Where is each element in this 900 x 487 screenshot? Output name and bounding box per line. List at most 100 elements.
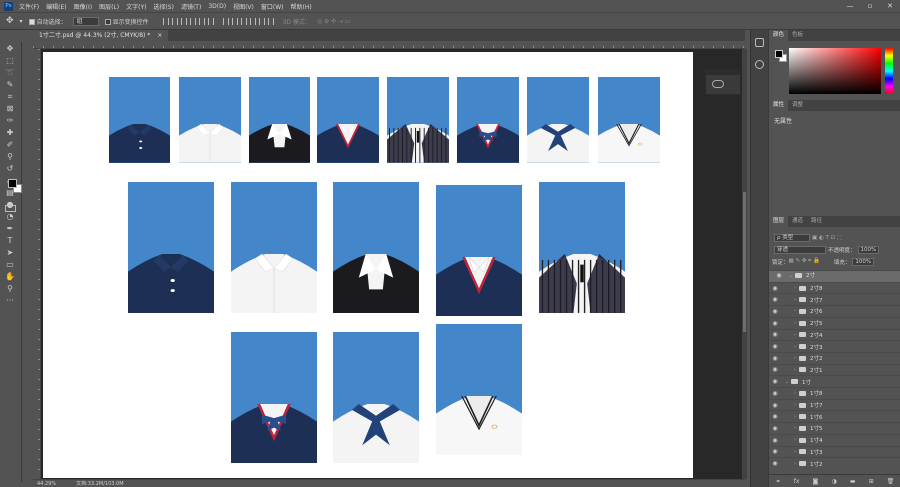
layer-row[interactable]: ◉ › 2寸2: [769, 351, 900, 364]
layer-group-row[interactable]: ◉ ⌄ 1寸: [769, 375, 900, 387]
fill-input[interactable]: 100%: [852, 257, 875, 266]
layer-group-row[interactable]: ◉ ⌄ 2寸: [769, 270, 900, 282]
visibility-eye-icon[interactable]: ◉: [769, 331, 781, 338]
id-photo-template[interactable]: [527, 77, 589, 163]
layer-row[interactable]: ◉ › 2寸5: [769, 316, 900, 329]
tab-color[interactable]: 颜色: [769, 30, 789, 41]
visibility-eye-icon[interactable]: ◉: [769, 285, 781, 292]
distribute-buttons[interactable]: [222, 17, 277, 25]
menu-3d[interactable]: 3D(D): [208, 3, 226, 10]
menu-view[interactable]: 视图(V): [233, 2, 254, 11]
dropdown-arrow-icon[interactable]: ▾: [20, 18, 23, 25]
stamp-tool-icon[interactable]: ⚲: [4, 152, 16, 162]
chevron-right-icon[interactable]: ›: [791, 425, 799, 431]
brush-tool-icon[interactable]: ✐: [4, 140, 16, 150]
folder-icon[interactable]: ▬: [850, 478, 856, 485]
menu-edit[interactable]: 编辑(E): [46, 2, 66, 11]
visibility-eye-icon[interactable]: ◉: [769, 402, 781, 409]
id-photo-template[interactable]: [333, 182, 419, 313]
canvas-workspace[interactable]: [41, 49, 745, 479]
layer-row[interactable]: ◉ › 2寸8: [769, 281, 900, 294]
more-tools-icon[interactable]: ···: [4, 296, 16, 306]
history-brush-icon[interactable]: ↺: [4, 164, 16, 174]
visibility-eye-icon[interactable]: ◉: [769, 460, 781, 467]
menu-filter[interactable]: 滤镜(T): [181, 2, 201, 11]
blend-mode-dropdown[interactable]: 穿透: [774, 245, 826, 254]
menu-file[interactable]: 文件(F): [19, 2, 39, 11]
id-photo-template[interactable]: [317, 77, 379, 163]
chevron-right-icon[interactable]: ›: [791, 355, 799, 361]
minimize-button[interactable]: —: [840, 2, 860, 10]
visibility-eye-icon[interactable]: ◉: [769, 366, 781, 373]
id-photo-template[interactable]: [179, 77, 241, 163]
tab-paths[interactable]: 路径: [807, 216, 826, 227]
layer-row[interactable]: ◉ › 2寸7: [769, 293, 900, 305]
menu-type[interactable]: 文字(Y): [126, 2, 146, 11]
hue-slider[interactable]: [885, 48, 893, 94]
menu-image[interactable]: 图像(I): [74, 2, 92, 11]
layer-row[interactable]: ◉ › 1寸8: [769, 387, 900, 399]
layer-row[interactable]: ◉ › 1寸7: [769, 398, 900, 411]
3d-orbit-icons[interactable]: ◎ ⊛ ✣ ⇢ ▭: [317, 18, 351, 25]
layer-row[interactable]: ◉ › 1寸6: [769, 410, 900, 422]
dodge-tool-icon[interactable]: ◔: [4, 212, 16, 222]
chevron-down-icon[interactable]: ⌄: [783, 379, 791, 385]
close-button[interactable]: ✕: [880, 2, 900, 10]
hand-tool-icon[interactable]: ✋: [4, 272, 16, 282]
id-photo-template[interactable]: [539, 182, 625, 313]
document-canvas[interactable]: [43, 52, 693, 478]
visibility-eye-icon[interactable]: ◉: [769, 413, 781, 420]
visibility-eye-icon[interactable]: ◉: [769, 448, 781, 455]
properties-panel-icon[interactable]: [755, 60, 764, 69]
chevron-right-icon[interactable]: ›: [791, 285, 799, 291]
scrollbar-thumb[interactable]: [743, 192, 746, 332]
color-spectrum-field[interactable]: [789, 48, 881, 94]
id-photo-template[interactable]: [333, 332, 419, 463]
chevron-down-icon[interactable]: ⌄: [787, 272, 795, 280]
floating-mini-panel[interactable]: [705, 69, 741, 95]
id-photo-template[interactable]: [436, 185, 522, 316]
zoom-level[interactable]: 44.29%: [37, 481, 56, 487]
auto-select-dropdown[interactable]: 组: [72, 16, 99, 26]
chevron-right-icon[interactable]: ›: [791, 461, 799, 467]
pen-tool-icon[interactable]: ✒: [4, 224, 16, 234]
filter-icons[interactable]: ▣ ◐ T ⊡ ⬚: [812, 235, 842, 241]
maximize-button[interactable]: ▫: [860, 2, 880, 10]
chevron-right-icon[interactable]: ›: [791, 367, 799, 373]
type-tool-icon[interactable]: T: [4, 236, 16, 246]
tab-layers[interactable]: 图层: [769, 216, 789, 227]
tab-swatches[interactable]: 色板: [788, 30, 807, 41]
id-photo-template[interactable]: [231, 332, 317, 463]
visibility-eye-icon[interactable]: ◉: [773, 272, 785, 280]
visibility-eye-icon[interactable]: ◉: [769, 296, 781, 303]
layer-row[interactable]: ◉ › 1寸3: [769, 445, 900, 458]
menu-help[interactable]: 帮助(H): [291, 2, 312, 11]
layer-row[interactable]: ◉ › 1寸5: [769, 422, 900, 434]
id-photo-template[interactable]: [109, 77, 170, 163]
menu-layer[interactable]: 图层(L): [99, 2, 119, 11]
lasso-tool-icon[interactable]: ➰: [4, 68, 16, 78]
menu-window[interactable]: 窗口(W): [261, 2, 284, 11]
cloud-libraries-icon[interactable]: [712, 80, 724, 88]
chevron-right-icon[interactable]: ›: [791, 308, 799, 314]
visibility-eye-icon[interactable]: ◉: [769, 308, 781, 315]
link-icon[interactable]: ⚭: [776, 478, 781, 485]
fx-icon[interactable]: fx: [794, 478, 800, 485]
chevron-right-icon[interactable]: ›: [791, 414, 799, 420]
opacity-input[interactable]: 100%: [857, 245, 880, 254]
tab-channels[interactable]: 通道: [788, 216, 807, 227]
foreground-color-swatch[interactable]: [8, 179, 17, 188]
adjustment-icon[interactable]: ◑: [831, 478, 836, 485]
layer-row[interactable]: ◉ › 2寸3: [769, 340, 900, 352]
tab-adjustments[interactable]: 调整: [788, 100, 807, 111]
auto-select-checkbox[interactable]: 自动选择：: [28, 17, 67, 26]
color-panel-foreground[interactable]: [775, 50, 783, 58]
lock-icons[interactable]: ▦ ✎ ✥ ⌗ 🔒: [789, 258, 820, 265]
show-transform-checkbox[interactable]: 显示变换控件: [104, 17, 149, 26]
id-photo-template[interactable]: [387, 77, 449, 163]
document-tab[interactable]: 1寸二寸.psd @ 44.3% (2寸, CMYK/8) * ×: [33, 30, 169, 41]
marquee-tool-icon[interactable]: ⬚: [4, 56, 16, 66]
visibility-eye-icon[interactable]: ◉: [769, 343, 781, 350]
quick-mask-icon[interactable]: [5, 205, 16, 212]
quick-select-tool-icon[interactable]: ✎: [4, 80, 16, 90]
